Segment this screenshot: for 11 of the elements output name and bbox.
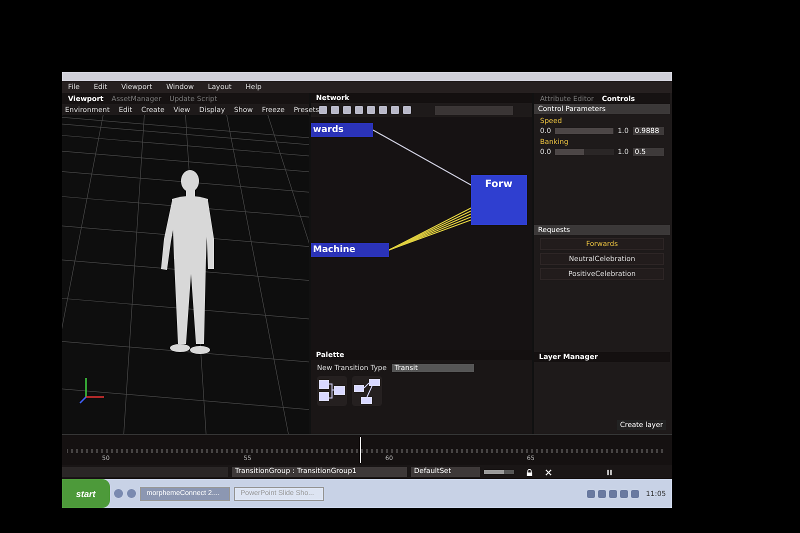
pause-icon[interactable] bbox=[606, 468, 613, 476]
start-button[interactable]: start bbox=[62, 479, 110, 508]
lock-icon[interactable] bbox=[526, 468, 533, 476]
close-icon[interactable] bbox=[545, 468, 552, 476]
network-node[interactable]: wards bbox=[311, 123, 373, 137]
network-node[interactable]: Forw bbox=[471, 175, 527, 225]
filter-field[interactable] bbox=[435, 106, 513, 114]
transition-link-icon[interactable] bbox=[352, 376, 382, 406]
transition-blocks-icon[interactable] bbox=[317, 376, 347, 406]
slider-track[interactable] bbox=[555, 149, 614, 155]
network-node[interactable]: Machine bbox=[311, 243, 389, 257]
